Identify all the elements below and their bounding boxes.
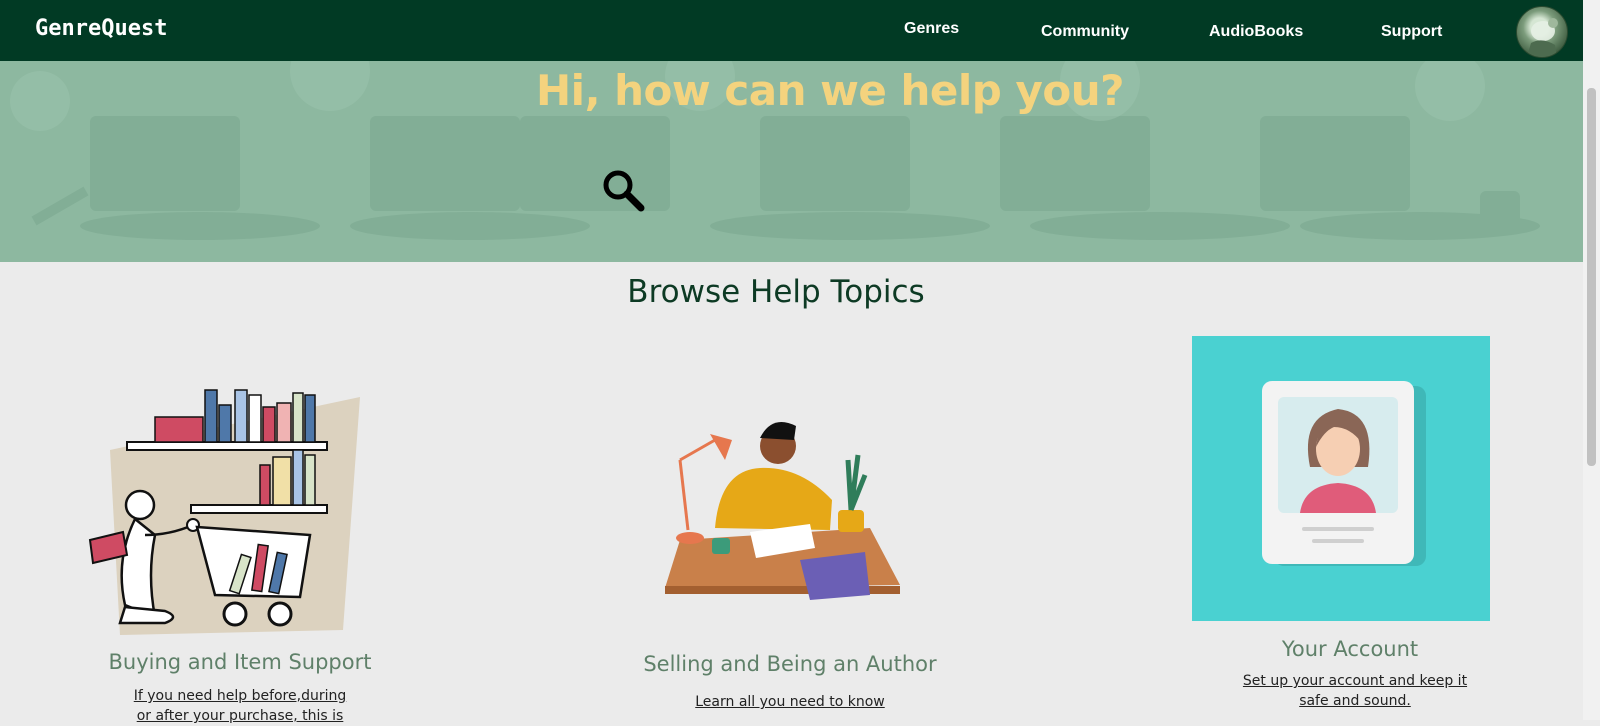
nav-community[interactable]: Community <box>1041 23 1129 41</box>
card-account-title[interactable]: Your Account <box>1180 637 1520 661</box>
site-logo[interactable]: GenreQuest <box>35 16 167 41</box>
nav-audiobooks[interactable]: AudioBooks <box>1209 23 1303 41</box>
card-account-link-line-1[interactable]: Set up your account and keep it <box>1200 671 1510 691</box>
card-selling-link[interactable]: Learn all you need to know <box>640 692 940 712</box>
user-avatar[interactable] <box>1516 6 1568 58</box>
card-buying-link-line-2[interactable]: or after your purchase, this is <box>80 706 400 726</box>
card-account-link[interactable]: Set up your account and keep it safe and… <box>1200 671 1510 711</box>
card-account-illustration[interactable] <box>1192 336 1490 621</box>
card-account-link-line-2[interactable]: safe and sound. <box>1200 691 1510 711</box>
card-buying-link-line-1[interactable]: If you need help before,during <box>80 686 400 706</box>
card-buying-title[interactable]: Buying and Item Support <box>70 650 410 674</box>
hero-title: Hi, how can we help you? <box>536 66 1124 115</box>
card-selling-link-line-1[interactable]: Learn all you need to know <box>640 692 940 712</box>
browse-help-topics-title: Browse Help Topics <box>627 274 925 310</box>
card-buying-illustration[interactable] <box>85 385 360 645</box>
search-icon[interactable] <box>600 167 648 219</box>
card-selling-title[interactable]: Selling and Being an Author <box>620 652 960 676</box>
nav-support[interactable]: Support <box>1381 23 1442 41</box>
nav-genres[interactable]: Genres <box>904 20 959 38</box>
card-selling-illustration[interactable] <box>660 410 910 610</box>
hero-banner: Hi, how can we help you? <box>0 61 1583 262</box>
card-buying-link[interactable]: If you need help before,during or after … <box>80 686 400 726</box>
scrollbar-thumb[interactable] <box>1587 88 1596 466</box>
top-navbar: GenreQuest Genres Community AudioBooks S… <box>0 0 1583 61</box>
vertical-scrollbar[interactable] <box>1583 0 1600 720</box>
